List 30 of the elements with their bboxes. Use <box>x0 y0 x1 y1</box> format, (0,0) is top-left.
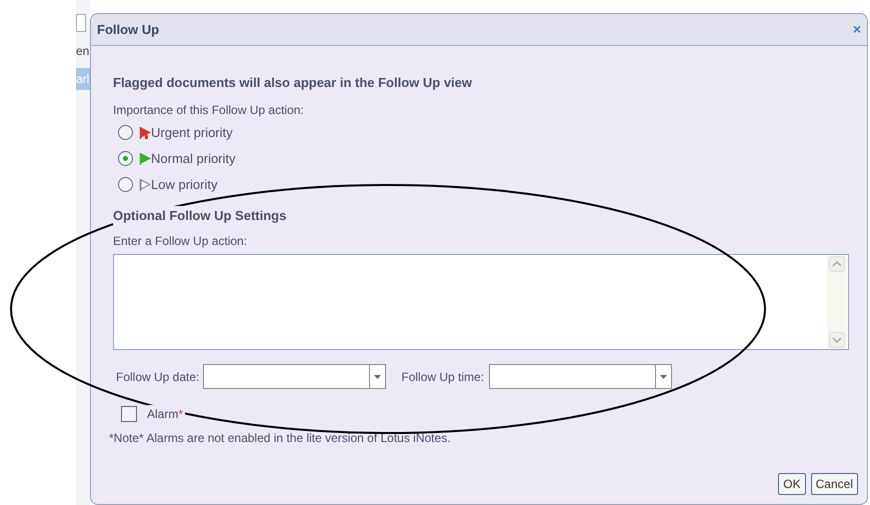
field-label: Follow Up time: <box>401 368 484 386</box>
radio-label: Urgent priority <box>151 124 233 142</box>
background-text: en <box>76 43 90 60</box>
scroll-down-icon[interactable] <box>829 332 845 348</box>
radio-label: Low priority <box>151 176 218 194</box>
section-heading: Optional Follow Up Settings <box>113 206 286 225</box>
cancel-button[interactable]: Cancel <box>810 473 858 495</box>
checkbox[interactable] <box>121 406 137 422</box>
action-text-area[interactable] <box>113 254 849 350</box>
scroll-up-icon[interactable] <box>829 256 845 272</box>
dropdown-field[interactable] <box>489 364 672 389</box>
flag-icon <box>139 152 151 164</box>
flag-icon <box>139 178 151 190</box>
ok-button[interactable]: OK <box>778 473 806 495</box>
section-heading: Flagged documents will also appear in the Follow Up view <box>113 74 473 92</box>
field-label: Follow Up date: <box>116 368 200 386</box>
dialog-title: Follow Up <box>97 20 160 39</box>
radio-label: Normal priority <box>151 150 236 168</box>
flag-icon <box>139 126 151 138</box>
background-text: arl <box>76 68 90 90</box>
toolbar-icon <box>76 14 86 32</box>
dropdown-field[interactable] <box>203 364 386 389</box>
field-label: Enter a Follow Up action: <box>113 233 248 250</box>
caret-icon <box>374 374 382 378</box>
radio-button[interactable] <box>118 177 133 192</box>
note-text: *Note* Alarms are not enabled in the lite version of Lotus iNotes. <box>109 430 452 447</box>
field-label: Importance of this Follow Up action: <box>113 102 305 118</box>
radio-button[interactable] <box>118 151 133 166</box>
caret-icon <box>660 374 668 378</box>
radio-button[interactable] <box>118 125 133 140</box>
